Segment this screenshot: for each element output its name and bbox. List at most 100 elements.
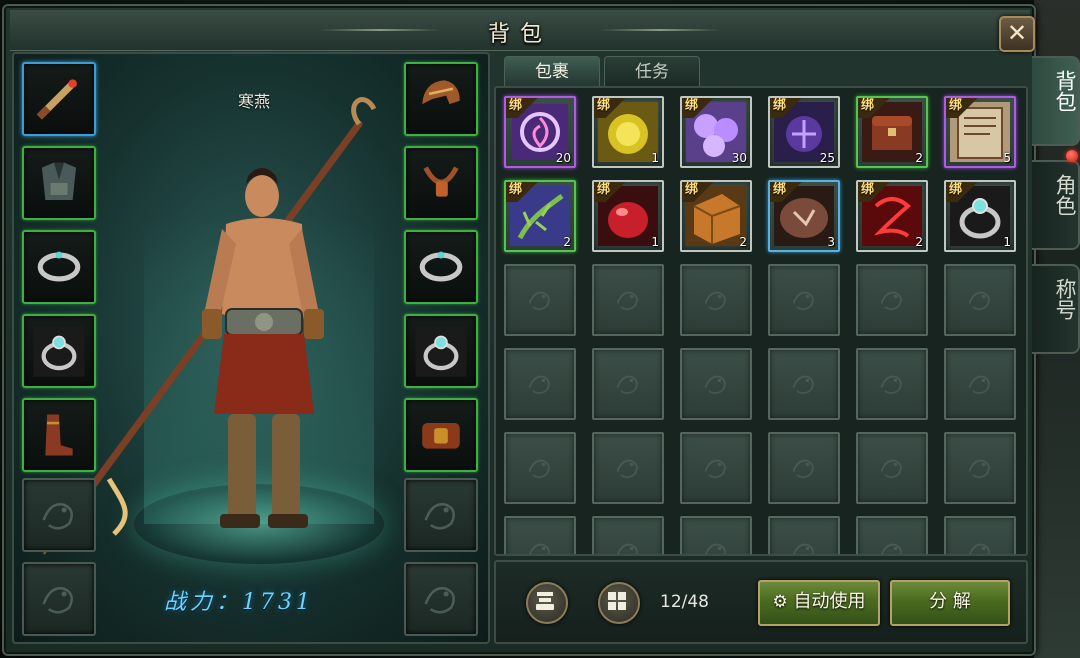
- bound-badge: 绑: [506, 98, 543, 118]
- empty-inventory-slot[interactable]: [592, 348, 664, 420]
- close-button[interactable]: ✕: [999, 16, 1035, 52]
- bracelet-icon: [419, 251, 463, 282]
- bound-badge: 绑: [682, 182, 719, 202]
- dragon-emblem-icon: [880, 291, 902, 310]
- empty-inventory-slot[interactable]: [592, 432, 664, 504]
- side-tab-title[interactable]: 称号: [1032, 264, 1080, 354]
- inventory-capacity: 12/48: [660, 592, 709, 612]
- empty-inventory-slot[interactable]: [856, 264, 928, 336]
- dragon-emblem-icon: [968, 459, 990, 478]
- empty-inventory-slot[interactable]: [504, 516, 576, 554]
- empty-inventory-slot[interactable]: [680, 432, 752, 504]
- inventory-item-green-herb[interactable]: 绑2: [504, 180, 576, 252]
- helmet-slot[interactable]: [404, 62, 478, 136]
- empty-slot-right-2[interactable]: [404, 562, 478, 636]
- dragon-emblem-icon: [616, 291, 638, 310]
- inventory-item-red-potion[interactable]: 绑1: [592, 180, 664, 252]
- item-count: 1: [1003, 235, 1011, 249]
- belt-slot[interactable]: [404, 398, 478, 472]
- sort-button[interactable]: [526, 582, 568, 624]
- empty-inventory-slot[interactable]: [944, 348, 1016, 420]
- inventory-item-purple-rune[interactable]: 绑 25: [768, 96, 840, 168]
- decompose-button[interactable]: 分 解: [890, 580, 1010, 626]
- side-tab-role[interactable]: 角色: [1032, 160, 1080, 250]
- auto-use-button[interactable]: ⚙ 自动使用: [758, 580, 880, 626]
- boots-icon: [45, 414, 73, 456]
- item-count: 3: [827, 235, 835, 249]
- dragon-emblem-icon: [704, 375, 726, 394]
- inventory-item-gold-brick[interactable]: 绑2: [680, 180, 752, 252]
- empty-inventory-slot[interactable]: [592, 264, 664, 336]
- dragon-emblem-icon: [792, 291, 814, 310]
- item-count: 2: [563, 235, 571, 249]
- dragon-emblem-icon: [42, 586, 73, 614]
- empty-inventory-slot[interactable]: [680, 264, 752, 336]
- weapon-slot[interactable]: [22, 62, 96, 136]
- ring-slot-right[interactable]: [404, 314, 478, 388]
- empty-inventory-slot[interactable]: [944, 516, 1016, 554]
- inventory-item-golden-coin[interactable]: 绑1: [592, 96, 664, 168]
- boots-slot[interactable]: [22, 398, 96, 472]
- dragon-emblem-icon: [880, 375, 902, 394]
- inventory-item-silver-ring[interactable]: 绑1: [944, 180, 1016, 252]
- item-count: 25: [819, 151, 835, 165]
- empty-inventory-slot[interactable]: [944, 264, 1016, 336]
- empty-inventory-slot[interactable]: [680, 516, 752, 554]
- side-tab-label: 角色: [1053, 174, 1077, 216]
- dragon-emblem-icon: [705, 543, 726, 554]
- empty-inventory-slot[interactable]: [768, 264, 840, 336]
- dragon-emblem-icon: [968, 291, 990, 310]
- empty-inventory-slot[interactable]: [856, 516, 928, 554]
- inventory-item-red-sigil[interactable]: 绑2: [856, 180, 928, 252]
- empty-inventory-slot[interactable]: [944, 432, 1016, 504]
- dragon-emblem-icon: [793, 543, 814, 554]
- inventory-item-rune-stone[interactable]: 绑3: [768, 180, 840, 252]
- bracelet-slot-left[interactable]: [22, 230, 96, 304]
- necklace-slot[interactable]: [404, 146, 478, 220]
- side-tab-bag[interactable]: 背包: [1032, 56, 1080, 146]
- empty-inventory-slot[interactable]: [504, 264, 576, 336]
- empty-inventory-slot[interactable]: [680, 348, 752, 420]
- empty-slot-left-1[interactable]: [22, 478, 96, 552]
- side-tab-label: 背包: [1053, 70, 1077, 112]
- bracelet-icon: [37, 251, 81, 282]
- empty-inventory-slot[interactable]: [856, 348, 928, 420]
- bound-badge: 绑: [506, 182, 543, 202]
- empty-inventory-slot[interactable]: [504, 348, 576, 420]
- dragon-emblem-icon: [424, 502, 455, 530]
- dragon-emblem-icon: [792, 459, 814, 478]
- inventory-item-purple-orbs[interactable]: 绑 30: [680, 96, 752, 168]
- empty-inventory-slot[interactable]: [768, 432, 840, 504]
- item-count: 2: [739, 235, 747, 249]
- bound-badge: 绑: [946, 182, 983, 202]
- empty-inventory-slot[interactable]: [768, 516, 840, 554]
- armor-slot[interactable]: [22, 146, 96, 220]
- auto-use-label: 自动使用: [793, 591, 866, 612]
- empty-inventory-slot[interactable]: [504, 432, 576, 504]
- inventory-action-bar: 12/48 ⚙ 自动使用 分 解: [494, 560, 1028, 644]
- empty-inventory-slot[interactable]: [592, 516, 664, 554]
- tab-quest[interactable]: 任务: [604, 56, 700, 87]
- dragon-emblem-icon: [424, 586, 455, 614]
- inventory-item-skill-book[interactable]: 绑5: [944, 96, 1016, 168]
- dragon-emblem-icon: [42, 502, 73, 530]
- inventory-item-treasure-chest[interactable]: 绑2: [856, 96, 928, 168]
- dragon-emblem-icon: [528, 291, 550, 310]
- inventory-item-purple-vortex-scroll[interactable]: 绑 20: [504, 96, 576, 168]
- tab-package[interactable]: 包裹: [504, 56, 600, 87]
- empty-slot-right-1[interactable]: [404, 478, 478, 552]
- empty-inventory-slot[interactable]: [768, 348, 840, 420]
- empty-slot-left-2[interactable]: [22, 562, 96, 636]
- empty-inventory-slot[interactable]: [856, 432, 928, 504]
- helmet-icon: [422, 80, 460, 105]
- dragon-emblem-icon: [968, 375, 990, 394]
- game-screen: 背包 ✕ 寒燕 战力：1731 包裹 任务 绑 20 绑 1 绑 30 绑 25…: [0, 0, 1080, 658]
- dragon-emblem-icon: [792, 375, 814, 394]
- bound-badge: 绑: [858, 182, 895, 202]
- bracelet-slot-right[interactable]: [404, 230, 478, 304]
- item-count: 5: [1003, 151, 1011, 165]
- bound-badge: 绑: [594, 182, 631, 202]
- sword-icon: [36, 79, 77, 120]
- grid-view-button[interactable]: [598, 582, 640, 624]
- ring-slot-left[interactable]: [22, 314, 96, 388]
